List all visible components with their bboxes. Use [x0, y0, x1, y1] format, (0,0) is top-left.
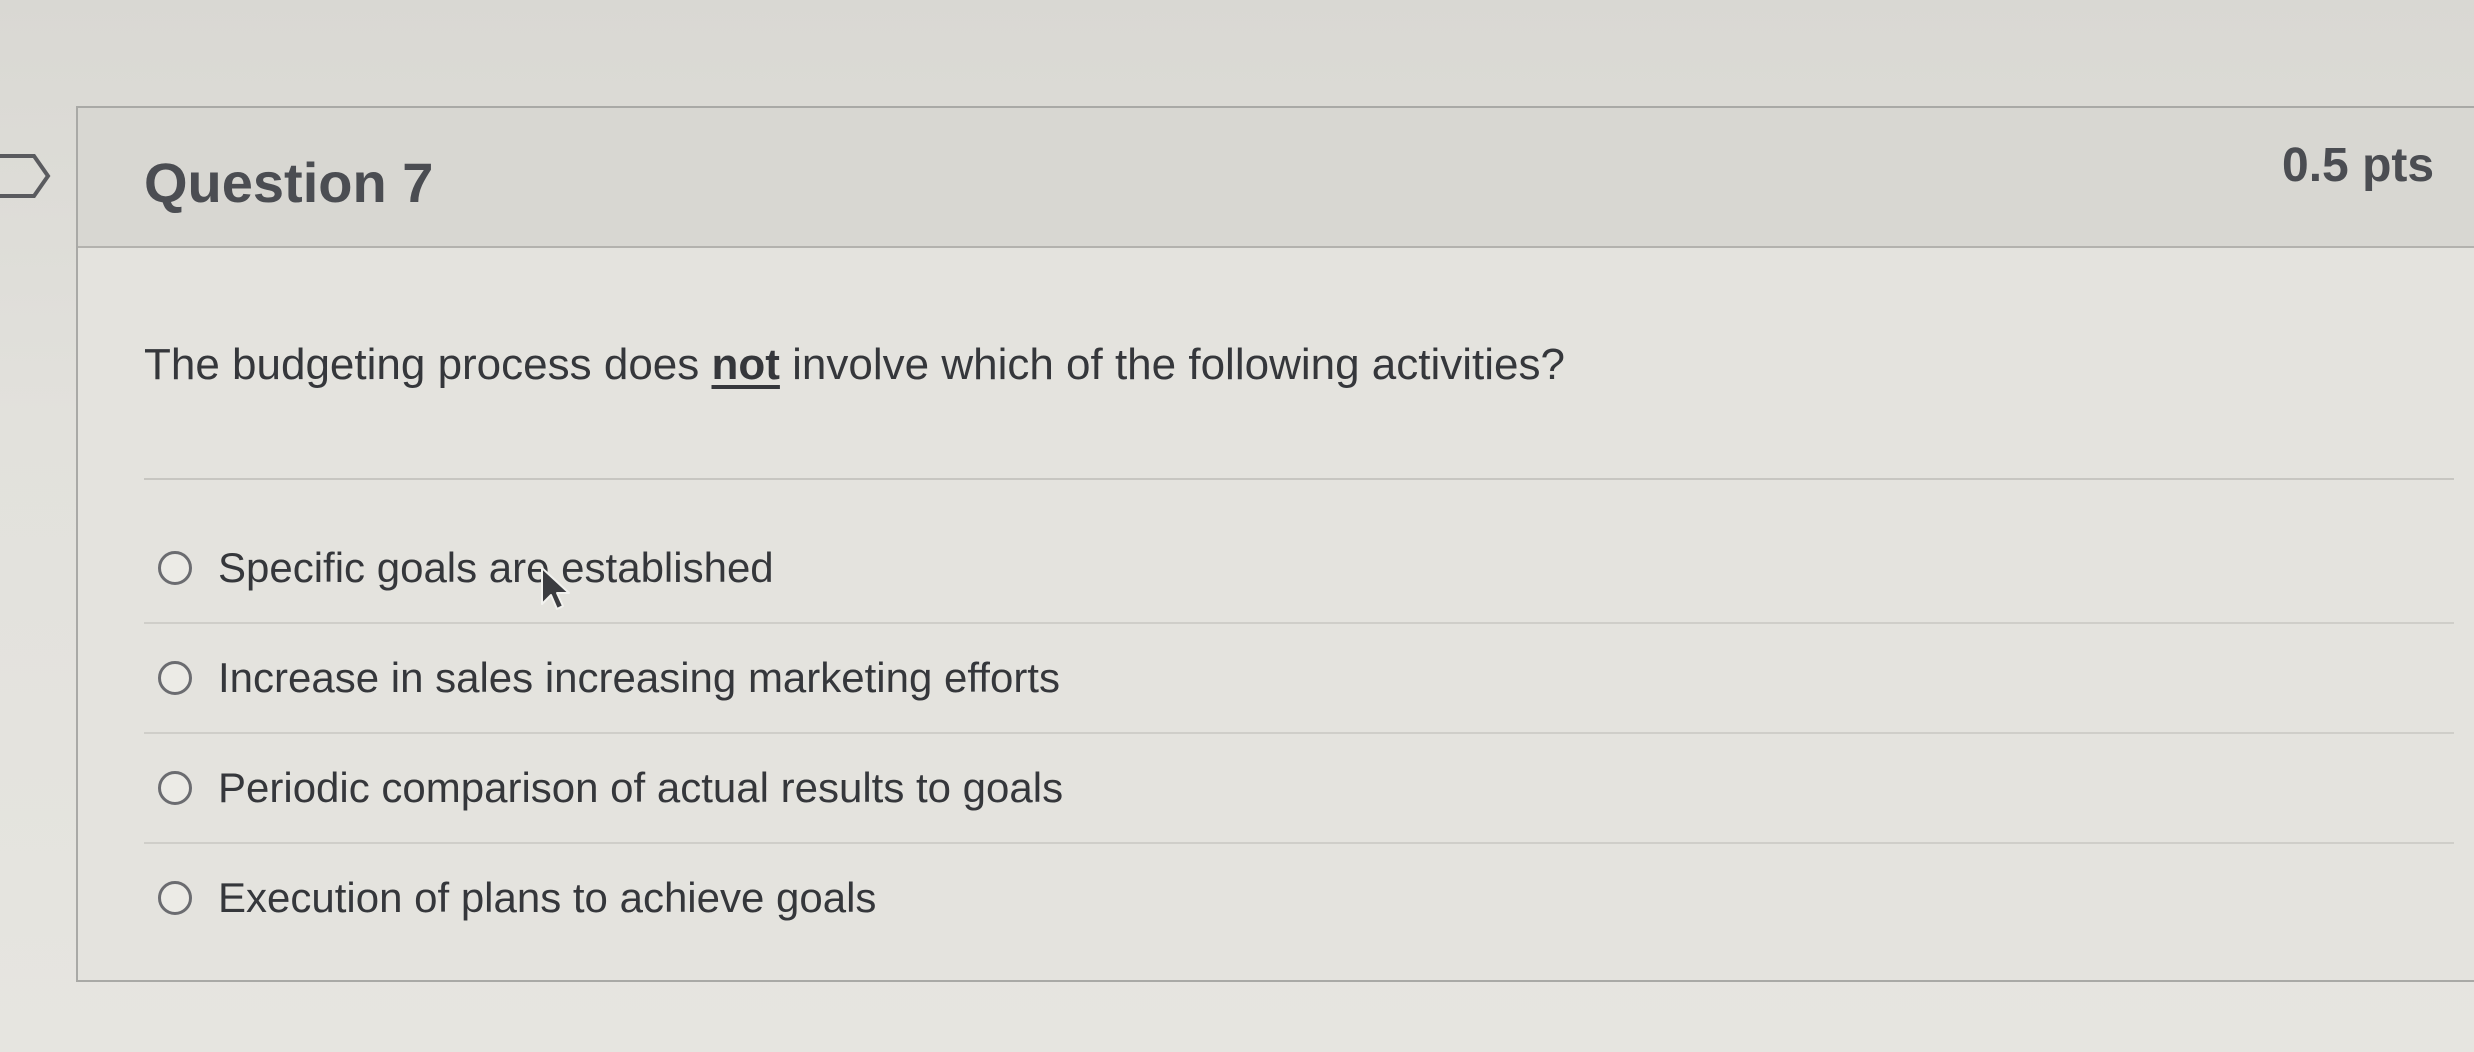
quiz-page: Question 7 0.5 pts The budgeting process… [0, 0, 2474, 1052]
answer-label[interactable]: Execution of plans to achieve goals [218, 874, 876, 922]
question-text-before: The budgeting process does [144, 340, 712, 389]
question-divider [144, 478, 2454, 480]
answer-option-4[interactable]: Execution of plans to achieve goals [144, 844, 2454, 952]
answer-label[interactable]: Specific goals are established [218, 544, 774, 592]
question-text: The budgeting process does not involve w… [144, 340, 1565, 390]
answer-label[interactable]: Periodic comparison of actual results to… [218, 764, 1063, 812]
radio-button-icon[interactable] [158, 661, 192, 695]
radio-button-icon[interactable] [158, 881, 192, 915]
answer-label[interactable]: Increase in sales increasing marketing e… [218, 654, 1060, 702]
question-text-emphasis: not [711, 340, 780, 389]
question-points: 0.5 pts [2282, 139, 2435, 192]
radio-button-icon[interactable] [158, 551, 192, 585]
mouse-pointer-icon [541, 567, 570, 610]
question-card: Question 7 0.5 pts The budgeting process… [76, 106, 2474, 982]
answer-option-2[interactable]: Increase in sales increasing marketing e… [144, 624, 2454, 734]
answer-option-3[interactable]: Periodic comparison of actual results to… [144, 734, 2454, 844]
question-header: Question 7 0.5 pts [78, 108, 2474, 248]
answer-list: Specific goals are established Increase … [144, 514, 2454, 952]
question-text-after: involve which of the following activitie… [779, 340, 1565, 389]
question-title: Question 7 [144, 151, 434, 214]
radio-button-icon[interactable] [158, 771, 192, 805]
bookmark-flag-icon[interactable] [0, 150, 52, 202]
answer-option-1[interactable]: Specific goals are established [144, 514, 2454, 624]
